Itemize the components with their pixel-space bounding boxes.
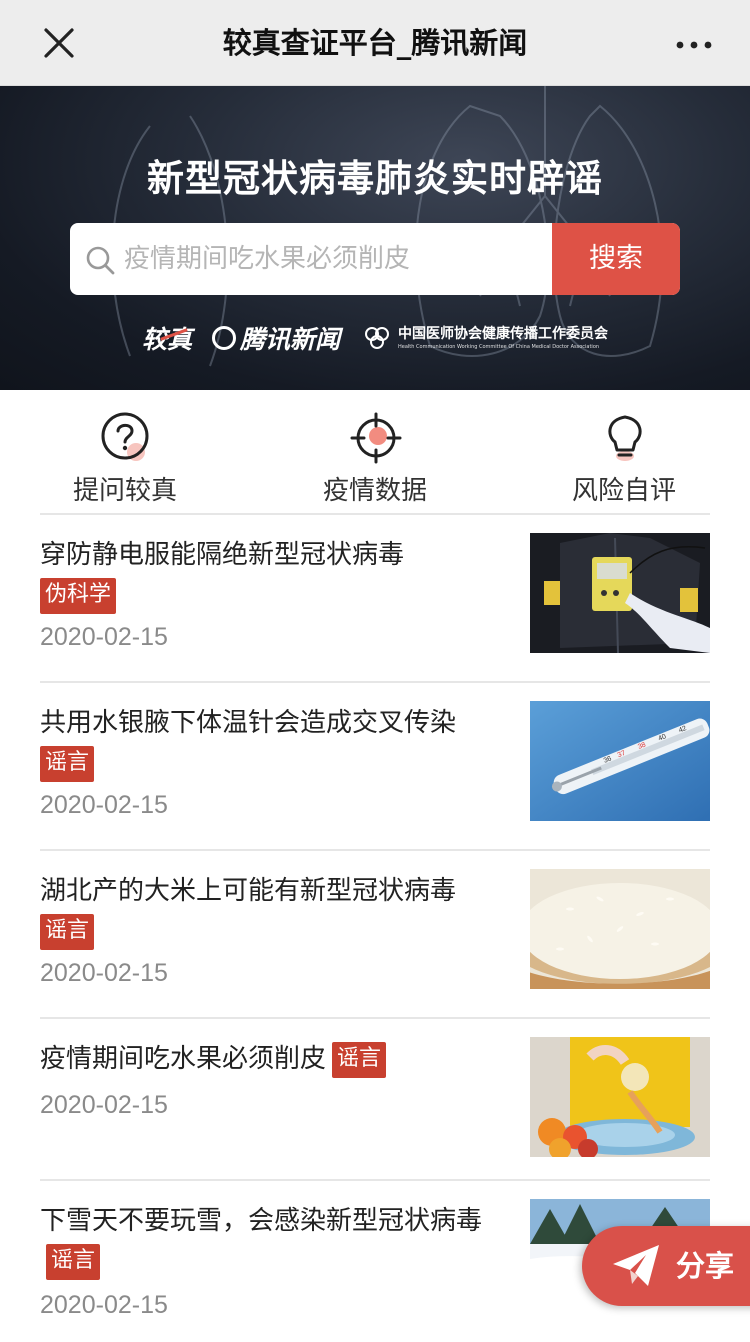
target-icon (350, 412, 402, 464)
news-date: 2020-02-15 (40, 623, 168, 651)
news-title: 湖北产的大米上可能有新型冠状病毒 谣言 (40, 871, 510, 951)
rice-photo (530, 869, 710, 989)
news-date: 2020-02-15 (40, 959, 168, 987)
partner-logos: 较真 腾讯新闻 中国医师协会健康传播工作委员会 Health Communica… (0, 318, 750, 358)
search-bar: 搜索 (70, 223, 680, 295)
news-title: 穿防静电服能隔绝新型冠状病毒 伪科学 (40, 535, 510, 615)
news-tag: 谣言 (40, 913, 95, 950)
news-list: 穿防静电服能隔绝新型冠状病毒 伪科学 2020-02-15 共用水银腋下体温针会… (0, 515, 750, 1331)
news-date: 2020-02-15 (40, 1091, 168, 1119)
ask-jiaozhen-button[interactable]: 提问较真 (45, 412, 205, 512)
action-label: 提问较真 (72, 476, 177, 506)
search-button[interactable]: 搜索 (552, 223, 680, 295)
peeling-apple-photo (530, 1037, 710, 1157)
hero-banner: 新型冠状病毒肺炎实时辟谣 搜索 较真 腾讯新闻 中国医师协会健康传播工作委员会 … (0, 86, 750, 390)
share-label: 分享 (676, 1249, 735, 1283)
banner-title: 新型冠状病毒肺炎实时辟谣 (147, 157, 603, 200)
lightbulb-icon (608, 415, 642, 461)
news-item[interactable]: 湖北产的大米上可能有新型冠状病毒 谣言 2020-02-15 (0, 851, 750, 1019)
share-button[interactable]: 分享 (582, 1226, 750, 1306)
news-tag: 谣言 (46, 1243, 101, 1280)
close-icon[interactable] (38, 22, 80, 64)
news-tag: 伪科学 (40, 577, 117, 614)
tencent-logo-icon (212, 326, 236, 350)
news-item[interactable]: 共用水银腋下体温针会造成交叉传染 谣言 2020-02-15 37 38 36 40… (0, 683, 750, 851)
search-input[interactable] (124, 223, 544, 295)
association-emblem-icon (365, 327, 390, 349)
page-title: 较真查证平台_腾讯新闻 (222, 26, 528, 60)
risk-self-assessment-button[interactable]: 风险自评 (544, 412, 704, 512)
news-item[interactable]: 穿防静电服能隔绝新型冠状病毒 伪科学 2020-02-15 (0, 515, 750, 683)
anti-static-suit-photo (530, 533, 710, 653)
search-icon (86, 246, 115, 275)
more-dots-icon[interactable] (674, 28, 714, 58)
news-title: 疫情期间吃水果必须削皮 谣言 (40, 1039, 510, 1079)
epidemic-data-button[interactable]: 疫情数据 (295, 412, 455, 512)
question-icon (101, 412, 149, 461)
top-navbar: 较真查证平台_腾讯新闻 (0, 0, 750, 86)
jiaozhen-logo: 较真 (141, 325, 192, 354)
news-item[interactable]: 疫情期间吃水果必须削皮 谣言 2020-02-15 (0, 1019, 750, 1181)
news-tag: 谣言 (332, 1041, 387, 1078)
news-title: 下雪天不要玩雪，会感染新型冠状病毒谣言 (40, 1201, 510, 1281)
thermometer-photo: 37 38 36 40 42 (530, 701, 710, 821)
news-date: 2020-02-15 (40, 1291, 168, 1319)
doctor-association-logo: 中国医师协会健康传播工作委员会 Health Communication Wor… (362, 325, 608, 351)
paper-plane-icon (613, 1245, 659, 1286)
news-date: 2020-02-15 (40, 791, 168, 819)
news-title: 共用水银腋下体温针会造成交叉传染 谣言 (40, 703, 510, 783)
action-label: 疫情数据 (322, 476, 427, 506)
tencent-news-logo: 腾讯新闻 (212, 320, 340, 356)
quick-actions: 提问较真 疫情数据 风险自评 (0, 390, 750, 514)
news-tag: 谣言 (40, 745, 95, 782)
action-label: 风险自评 (571, 476, 676, 506)
